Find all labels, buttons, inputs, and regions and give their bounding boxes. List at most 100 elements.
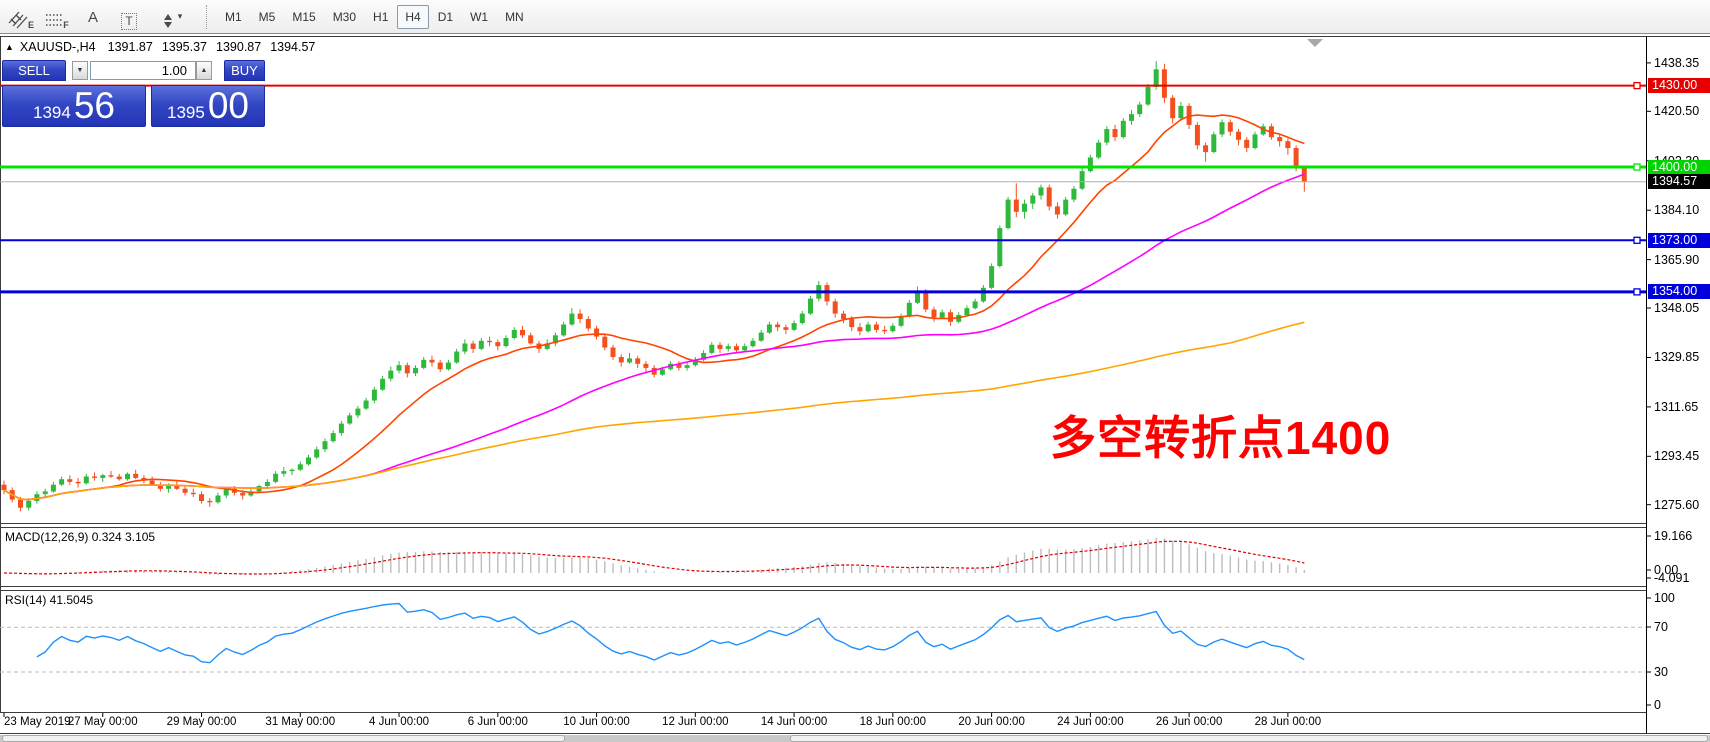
hline-handle-1354[interactable] <box>1634 289 1640 295</box>
symbol-ohlc-header: ▲ XAUUSD-,H4 1391.87 1395.37 1390.87 139… <box>5 40 324 54</box>
collapse-arrow-icon[interactable]: ▲ <box>5 42 14 52</box>
candle-body <box>421 360 426 368</box>
candle-body <box>314 449 319 457</box>
horizontal-scrollbar[interactable] <box>0 735 1710 742</box>
candle-body <box>1113 129 1118 137</box>
candle-body <box>1146 87 1151 105</box>
candle-body <box>487 341 492 342</box>
rsi-axis-label: 30 <box>1654 665 1710 679</box>
candle-body <box>76 482 81 483</box>
candle-body <box>1104 129 1109 143</box>
candle-body <box>43 491 48 494</box>
candle-body <box>989 266 994 288</box>
candle-body <box>857 327 862 331</box>
candle-body <box>471 344 476 349</box>
date-label: 6 Jun 00:00 <box>468 716 528 728</box>
candle-body <box>1006 200 1011 229</box>
date-label: 10 Jun 00:00 <box>563 716 630 728</box>
price-tick-label: 1275.60 <box>1654 498 1710 512</box>
candle-body <box>1203 145 1208 152</box>
rsi-indicator-label: RSI(14) 41.5045 <box>5 593 93 607</box>
candle-body <box>1195 125 1200 145</box>
macd-axis-label: 19.166 <box>1654 529 1710 543</box>
candle-body <box>2 485 7 490</box>
price-badge-1394.57: 1394.57 <box>1648 174 1710 189</box>
candle-body <box>734 346 739 350</box>
date-label: 14 Jun 00:00 <box>761 716 828 728</box>
buy-price-major: 1395 <box>167 103 205 128</box>
candle-body <box>1063 200 1068 215</box>
volume-input[interactable] <box>90 61 196 80</box>
candle-body <box>759 333 764 341</box>
hline-handle-1400[interactable] <box>1634 164 1640 170</box>
candle-body <box>964 308 969 315</box>
candle-body <box>1039 187 1044 195</box>
price-badge-1430.00: 1430.00 <box>1648 78 1710 93</box>
candle-body <box>643 364 648 368</box>
candle-body <box>1030 196 1035 204</box>
sell-button[interactable]: SELL <box>2 60 66 81</box>
candle-body <box>520 330 525 335</box>
price-tick-label: 1438.35 <box>1654 56 1710 70</box>
candle-body <box>1129 114 1134 121</box>
candle-body <box>150 481 155 485</box>
candle-body <box>866 325 871 332</box>
candle-body <box>1285 141 1290 148</box>
candle-body <box>347 415 352 423</box>
candle-body <box>1137 105 1142 115</box>
candle-body <box>372 390 377 401</box>
date-label: 27 May 00:00 <box>68 716 138 728</box>
price-badge-1400.00: 1400.00 <box>1648 160 1710 175</box>
volume-decrease-button[interactable]: ▼ <box>72 61 88 80</box>
autoscroll-marker-icon[interactable] <box>1307 39 1323 47</box>
candle-body <box>133 474 138 478</box>
one-click-trading-panel: SELL ▼ ▲ BUY 1394 56 1395 00 <box>2 60 265 127</box>
hline-handle-1373[interactable] <box>1634 237 1640 243</box>
chart-text-annotation[interactable]: 多空转折点1400 <box>1050 402 1391 468</box>
candle-body <box>1220 122 1225 134</box>
candle-body <box>594 329 599 337</box>
date-label: 28 Jun 00:00 <box>1255 716 1322 728</box>
buy-price-button[interactable]: 1395 00 <box>151 85 265 127</box>
candle-body <box>462 344 467 352</box>
candle-body <box>59 479 64 484</box>
candle-body <box>273 474 278 482</box>
candle-body <box>339 424 344 434</box>
date-label: 18 Jun 00:00 <box>860 716 927 728</box>
candle-body <box>323 441 328 449</box>
candle-body <box>1055 206 1060 214</box>
candle-body <box>709 345 714 353</box>
candle-body <box>750 341 755 346</box>
ohlc-open: 1391.87 <box>108 40 153 54</box>
candle-body <box>388 371 393 379</box>
candle-body <box>67 479 72 482</box>
candle-body <box>430 360 435 363</box>
candle-body <box>331 433 336 441</box>
candle-body <box>1162 69 1167 98</box>
date-label: 26 Jun 00:00 <box>1156 716 1223 728</box>
price-tick-label: 1311.65 <box>1654 400 1710 414</box>
candle-body <box>240 493 245 496</box>
price-tick-label: 1329.85 <box>1654 350 1710 364</box>
buy-button[interactable]: BUY <box>224 60 265 81</box>
candle-body <box>438 363 443 370</box>
date-label: 31 May 00:00 <box>265 716 335 728</box>
date-label: 23 May 2019 <box>4 716 71 728</box>
candle-body <box>783 327 788 330</box>
candle-body <box>1080 171 1085 189</box>
hline-handle-1430[interactable] <box>1634 83 1640 89</box>
macd-indicator-label: MACD(12,26,9) 0.324 3.105 <box>5 530 155 544</box>
candle-body <box>413 368 418 373</box>
candle-body <box>792 323 797 330</box>
sell-price-button[interactable]: 1394 56 <box>2 85 146 127</box>
candle-body <box>611 348 616 358</box>
ohlc-high: 1395.37 <box>162 40 207 54</box>
candle-body <box>125 474 130 479</box>
candle-body <box>808 299 813 314</box>
candle-body <box>775 325 780 328</box>
candle-body <box>298 464 303 469</box>
candle-body <box>1014 200 1019 212</box>
volume-increase-button[interactable]: ▲ <box>196 61 212 80</box>
candle-body <box>932 310 937 318</box>
candle-body <box>882 330 887 331</box>
